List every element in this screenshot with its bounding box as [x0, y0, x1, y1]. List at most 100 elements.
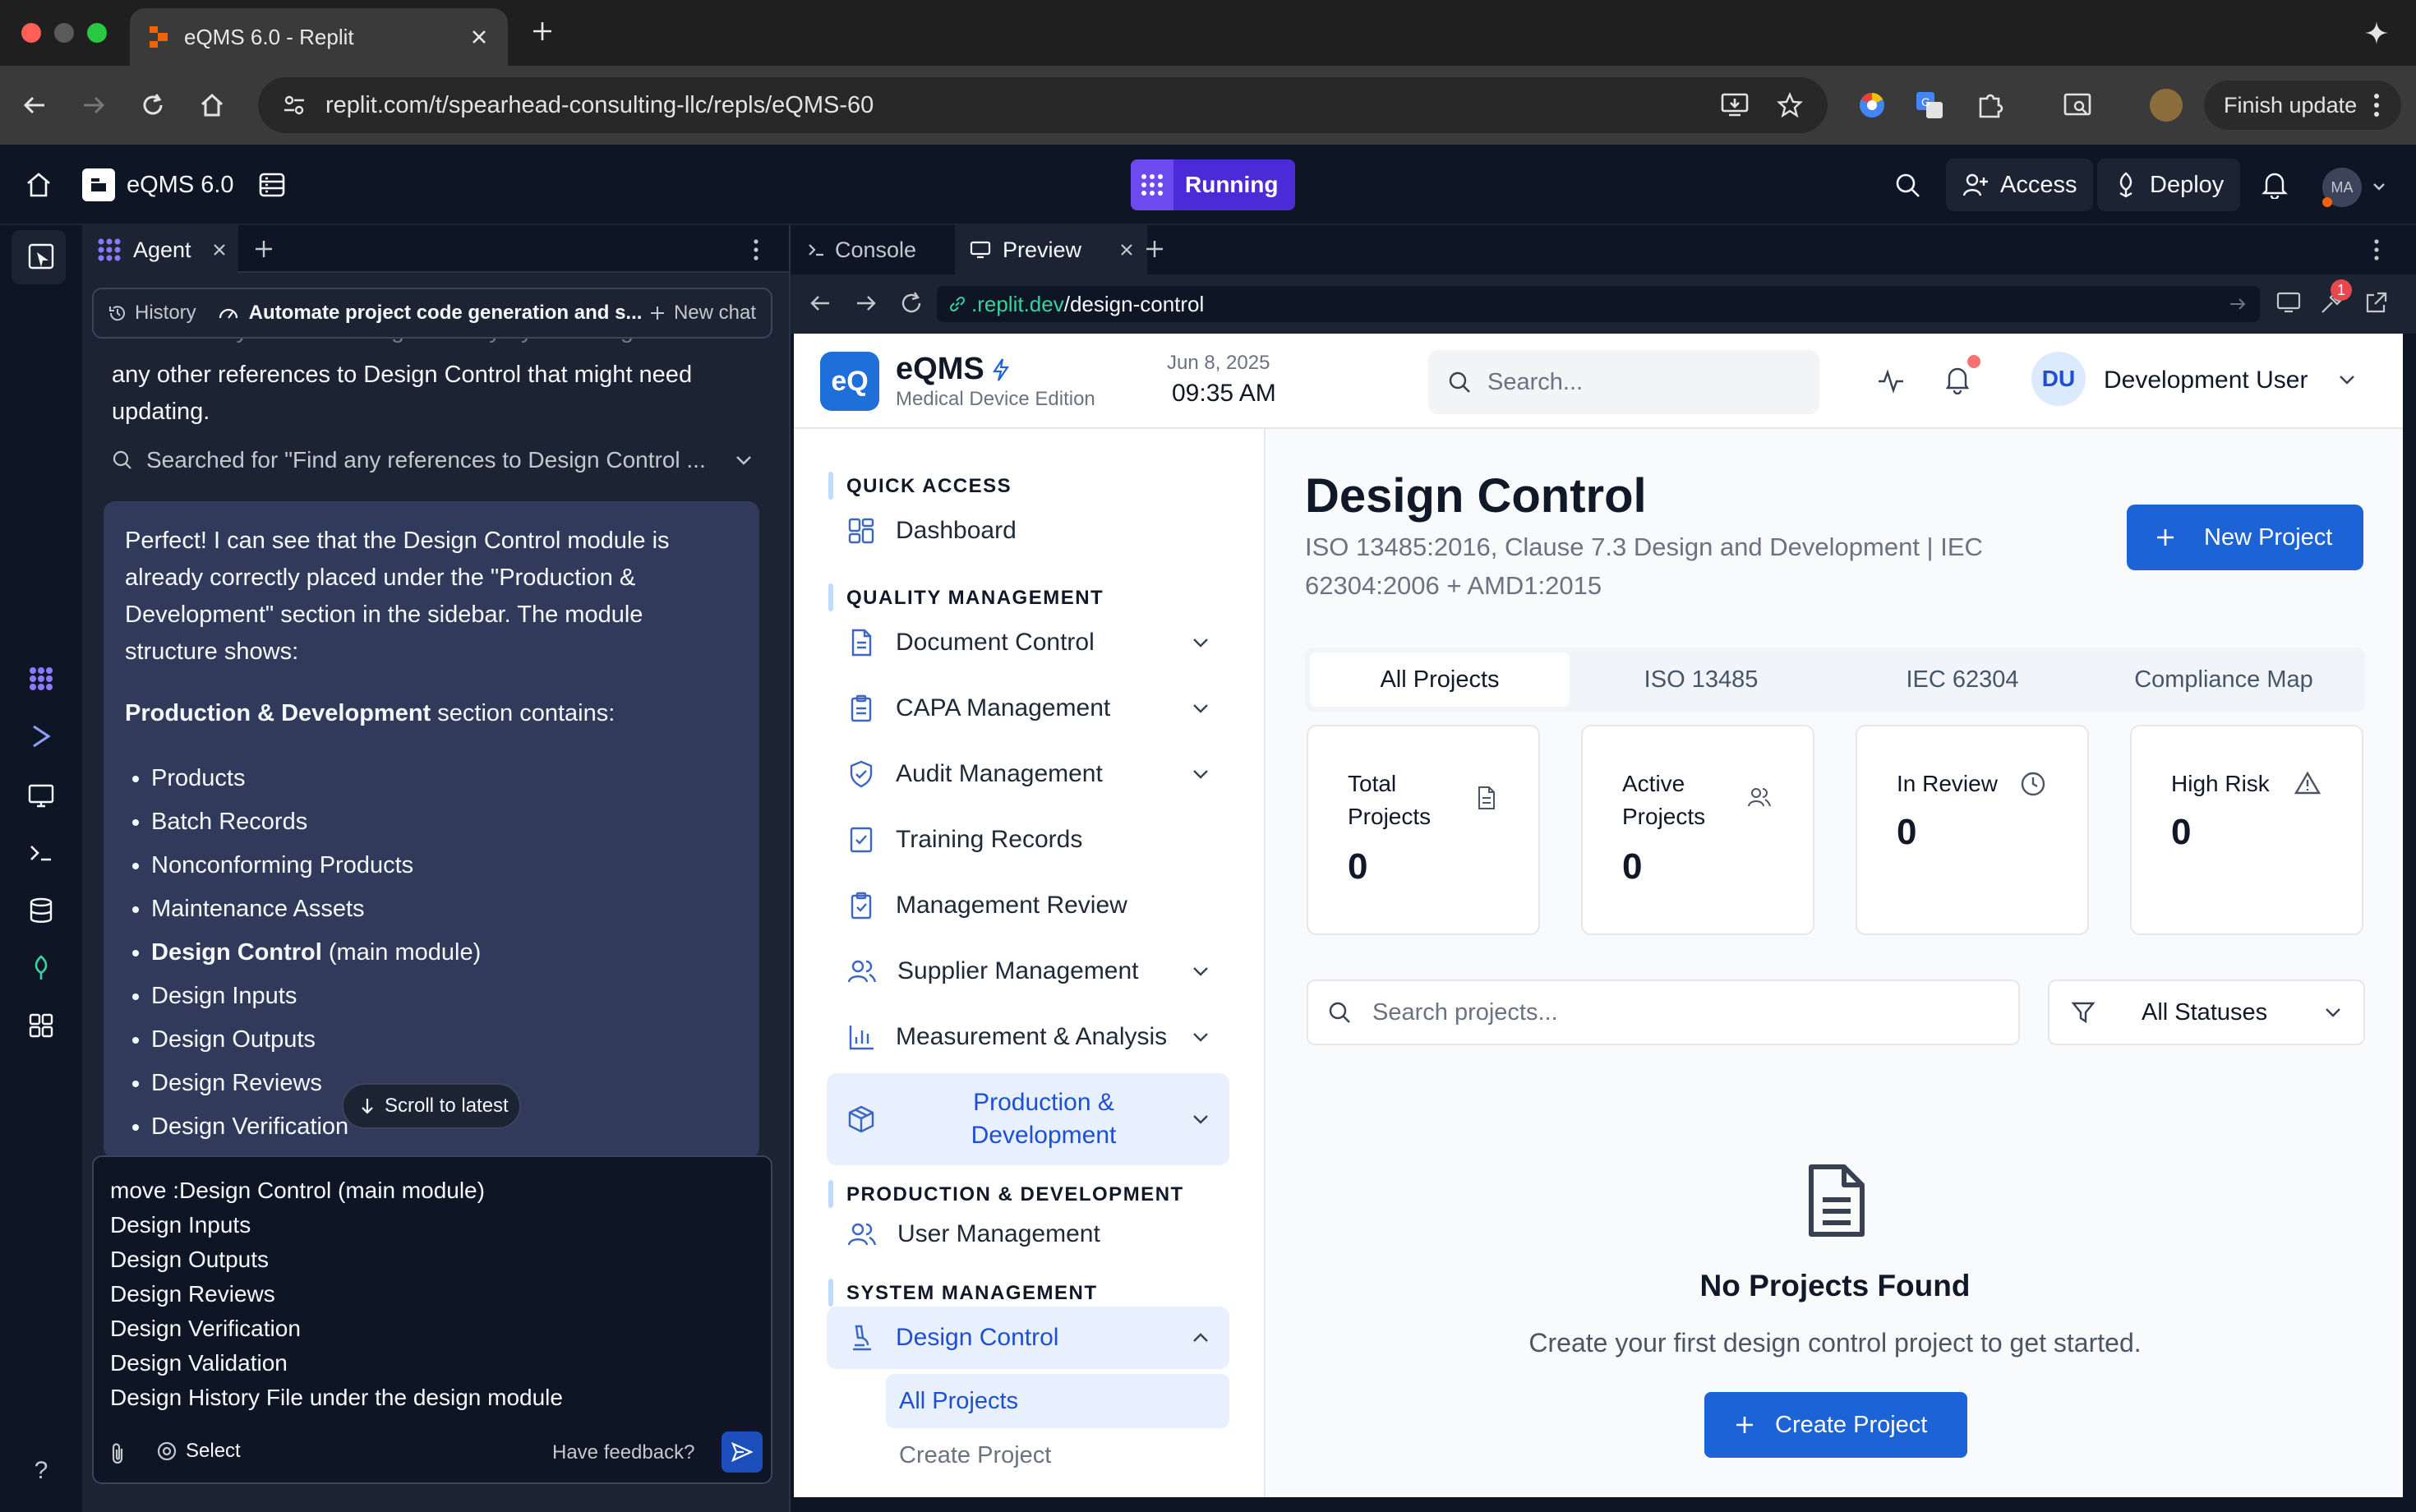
sidebar-item-audit[interactable]: Audit Management [827, 743, 1229, 805]
list-item: Products [151, 757, 738, 800]
preview-tab[interactable]: Preview [955, 225, 1147, 274]
console-tab[interactable]: Console [807, 225, 916, 274]
file-tree-icon[interactable] [23, 238, 59, 274]
reload-icon[interactable] [899, 291, 924, 316]
sidebar-item-management-review[interactable]: Management Review [827, 874, 1229, 937]
sidebar-item-dashboard[interactable]: Dashboard [827, 500, 1229, 562]
close-tab-icon[interactable] [212, 242, 227, 257]
sidebar-item-production-development[interactable]: Production & Development [827, 1073, 1229, 1165]
sidebar-item-label: Production & Development [896, 1086, 1192, 1152]
preview-url-input[interactable]: .replit.dev /design-control [937, 286, 2260, 322]
agent-tab[interactable]: Agent [82, 225, 238, 274]
global-search-input[interactable]: Search... [1428, 350, 1819, 414]
app-sidebar: QUICK ACCESS Dashboard QUALITY MANAGEMEN… [794, 429, 1266, 1497]
close-tab-icon[interactable] [1119, 242, 1134, 257]
create-project-button[interactable]: Create Project [1704, 1392, 1967, 1458]
project-storage-icon[interactable] [258, 171, 286, 199]
notifications-bell-icon[interactable] [1944, 365, 1971, 394]
sidebar-item-capa[interactable]: CAPA Management [827, 677, 1229, 740]
tab-iec-62304[interactable]: IEC 62304 [1833, 652, 2092, 707]
tab-compliance-map[interactable]: Compliance Map [2094, 652, 2354, 707]
project-title[interactable]: eQMS 6.0 [82, 164, 234, 205]
sidebar-item-user-management[interactable]: User Management [827, 1203, 1229, 1265]
search-icon[interactable] [1895, 173, 1921, 199]
list-item-suffix: (main module) [321, 939, 482, 966]
forward-arrow-icon[interactable] [855, 293, 878, 314]
deployments-icon[interactable] [23, 950, 59, 986]
sidebar-item-training[interactable]: Training Records [827, 809, 1229, 871]
composer-text[interactable]: move :Design Control (main module) Desig… [110, 1173, 563, 1415]
status-filter-select[interactable]: All Statuses [2048, 980, 2365, 1045]
add-tab-icon[interactable] [1144, 238, 1165, 260]
bookmark-star-icon[interactable] [1777, 92, 1803, 118]
finish-update-button[interactable]: Finish update [2204, 81, 2401, 130]
browser-tab[interactable]: eQMS 6.0 - Replit [130, 8, 508, 66]
device-preview-icon[interactable] [2276, 291, 2303, 314]
sidebar-item-supplier[interactable]: Supplier Management [827, 940, 1229, 1003]
site-settings-icon[interactable] [283, 94, 306, 117]
home-icon[interactable] [199, 92, 225, 118]
chevron-down-icon[interactable] [2372, 181, 2386, 192]
preview-icon[interactable] [23, 777, 59, 814]
address-bar[interactable]: replit.com/t/spearhead-consulting-llc/re… [258, 77, 1828, 133]
new-chat-button[interactable]: New chat [649, 302, 756, 325]
tab-search-icon[interactable] [2063, 90, 2092, 120]
attach-paperclip-icon[interactable] [108, 1441, 127, 1466]
close-tab-icon[interactable] [470, 28, 488, 46]
notifications-bell-icon[interactable] [2262, 171, 2288, 199]
sidebar-subitem-create-project[interactable]: Create Project [886, 1428, 1229, 1482]
add-tab-icon[interactable] [253, 238, 274, 260]
open-external-icon[interactable] [2363, 291, 2388, 316]
arrow-right-icon[interactable] [2229, 296, 2247, 312]
deploy-button[interactable]: Deploy [2097, 159, 2241, 211]
current-chat-title[interactable]: Automate project code generation and s..… [218, 302, 649, 325]
forward-arrow-icon[interactable] [81, 92, 107, 118]
more-vertical-icon[interactable] [753, 238, 759, 261]
install-app-icon[interactable] [1721, 92, 1749, 118]
all-tools-grid-icon[interactable] [23, 1007, 59, 1044]
message-composer[interactable]: move :Design Control (main module) Desig… [92, 1155, 772, 1484]
sidebar-item-measurement[interactable]: Measurement & Analysis [827, 1006, 1229, 1068]
send-button[interactable] [722, 1431, 763, 1473]
reload-icon[interactable] [140, 92, 166, 118]
profile-avatar[interactable] [2150, 89, 2183, 122]
search-step[interactable]: Searched for "Find any references to Des… [112, 444, 753, 477]
console-icon[interactable] [23, 835, 59, 871]
scroll-to-latest-button[interactable]: Scroll to latest [342, 1083, 521, 1129]
translate-extension-icon[interactable]: G [1915, 90, 1944, 120]
user-name[interactable]: Development User [2104, 366, 2308, 394]
back-arrow-icon[interactable] [809, 293, 832, 314]
chrome-extension-icon[interactable] [1857, 90, 1887, 120]
home-icon[interactable] [25, 171, 53, 199]
sidebar-item-document-control[interactable]: Document Control [827, 611, 1229, 674]
access-button[interactable]: Access [1946, 159, 2094, 211]
agent-icon[interactable] [23, 661, 59, 697]
tab-iso-13485[interactable]: ISO 13485 [1571, 652, 1831, 707]
sidebar-subitem-all-projects[interactable]: All Projects [886, 1374, 1229, 1428]
project-search-input[interactable]: Search projects... [1307, 980, 2020, 1045]
maximize-window-button[interactable] [87, 23, 107, 43]
minimize-window-button[interactable] [54, 23, 74, 43]
close-window-button[interactable] [21, 23, 41, 43]
feedback-link[interactable]: Have feedback? [552, 1441, 694, 1464]
history-button[interactable]: History [108, 302, 196, 325]
new-project-button[interactable]: New Project [2127, 505, 2363, 570]
dashboard-icon [846, 516, 876, 546]
activity-pulse-icon[interactable] [1877, 368, 1905, 394]
help-icon[interactable]: ? [23, 1453, 59, 1489]
user-avatar[interactable]: DU [2031, 352, 2086, 406]
eqms-logo[interactable]: eQ [820, 352, 879, 411]
microscope-icon [846, 1323, 876, 1353]
gemini-sparkle-icon[interactable] [2363, 20, 2390, 46]
git-icon[interactable] [23, 718, 59, 754]
select-element-button[interactable]: Select [156, 1440, 241, 1463]
database-icon[interactable] [23, 892, 59, 929]
extensions-puzzle-icon[interactable] [1976, 90, 2005, 120]
back-arrow-icon[interactable] [21, 92, 48, 118]
chevron-down-icon[interactable] [2337, 373, 2357, 386]
new-tab-icon[interactable] [531, 20, 554, 43]
more-vertical-icon[interactable] [2373, 238, 2380, 261]
sidebar-item-design-control[interactable]: Design Control [827, 1307, 1229, 1369]
running-button[interactable]: Running [1131, 159, 1295, 210]
tab-all-projects[interactable]: All Projects [1310, 652, 1570, 707]
